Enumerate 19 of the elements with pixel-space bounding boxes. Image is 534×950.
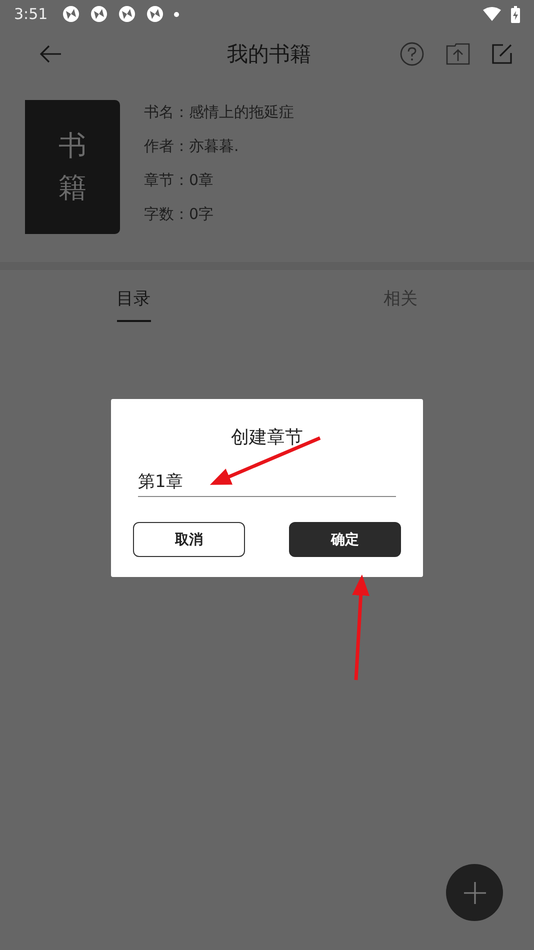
book-detail: 字数：0字 [144, 204, 215, 225]
book-detail: 作者：亦暮暮. [144, 136, 240, 157]
confirm-button[interactable]: 确定 [289, 522, 401, 557]
chapter-input[interactable]: 第1章 [138, 467, 396, 497]
battery-icon [511, 6, 520, 22]
book-detail: 章节：0章 [144, 170, 215, 191]
notification-icon [62, 5, 80, 23]
status-time: 3:51 [14, 5, 48, 23]
cancel-button[interactable]: 取消 [133, 522, 245, 557]
wifi-icon [483, 7, 501, 21]
cover-text: 书籍 [58, 128, 86, 206]
page-title: 我的书籍 [226, 41, 312, 68]
notification-icon [90, 5, 108, 23]
dialog-title: 创建章节 [231, 426, 303, 449]
book-detail: 书名：感情上的拖延症 [144, 102, 294, 123]
plus-icon [464, 882, 486, 904]
notification-icon [118, 5, 136, 23]
dot-icon [174, 12, 179, 16]
notification-icon [146, 5, 164, 23]
